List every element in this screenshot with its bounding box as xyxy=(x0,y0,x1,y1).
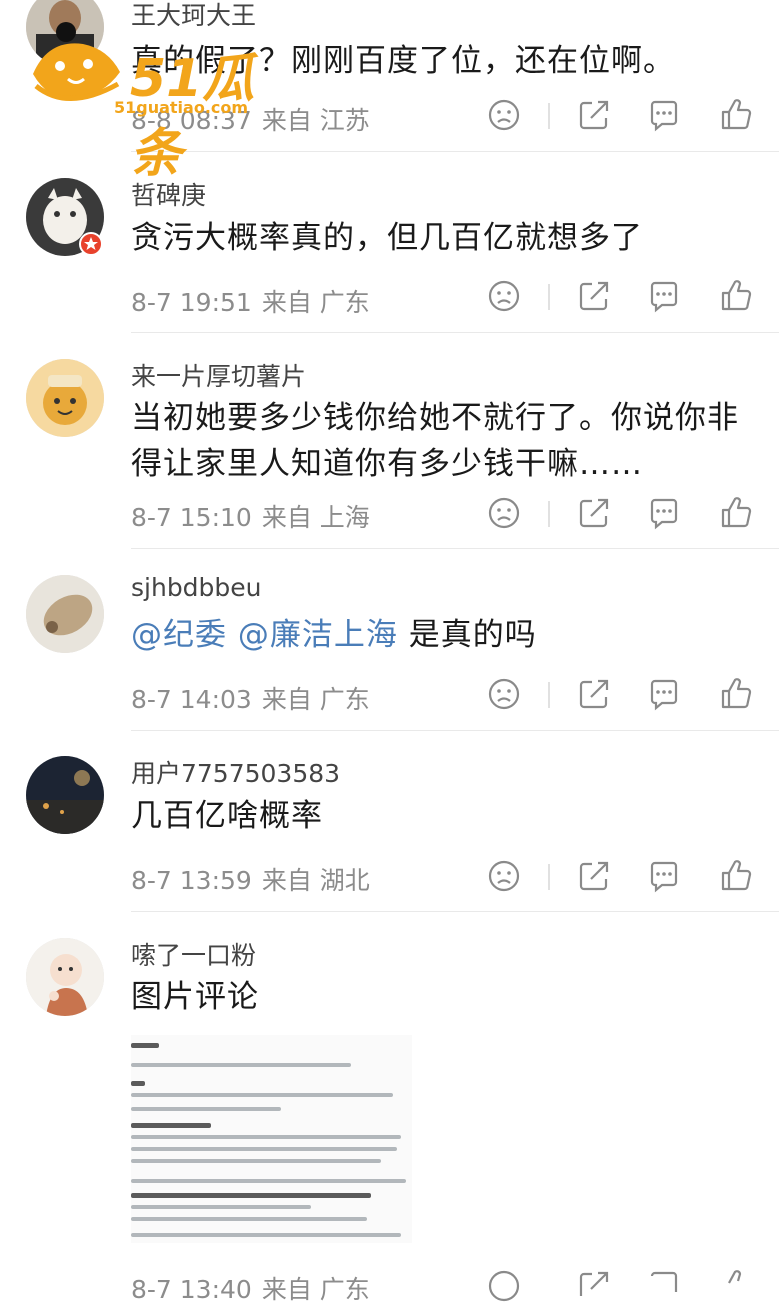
dislike-face-icon[interactable] xyxy=(486,495,522,531)
comment-body: 是真的吗 xyxy=(408,617,537,653)
comment-time: 8-7 13:59 xyxy=(131,866,252,895)
comment-time: 8-7 14:03 xyxy=(131,685,252,714)
comment-icon[interactable] xyxy=(646,858,682,894)
comment-icon[interactable] xyxy=(646,97,682,133)
comment-actions xyxy=(486,1268,756,1308)
comment-meta: 8-7 14:03 来自 广东 xyxy=(131,680,370,716)
comment-actions xyxy=(486,676,756,716)
comment-text: @纪委 @廉洁上海 是真的吗 xyxy=(131,612,731,658)
avatar[interactable] xyxy=(26,359,104,437)
comment-text: 图片评论 xyxy=(131,979,259,1015)
mention-link[interactable]: @纪委 xyxy=(131,617,227,653)
comment-meta: 8-7 13:59 来自 湖北 xyxy=(131,861,370,897)
username[interactable]: 哲碑庚 xyxy=(131,176,206,212)
like-thumb-icon[interactable] xyxy=(718,495,754,531)
comment-text: 几百亿啥概率 xyxy=(131,798,323,834)
divider xyxy=(131,548,779,549)
username[interactable]: 王大珂大王 xyxy=(131,0,256,32)
dislike-face-icon[interactable] xyxy=(486,858,522,894)
share-icon[interactable] xyxy=(576,495,612,531)
verified-badge-icon xyxy=(79,232,103,256)
like-thumb-icon[interactable] xyxy=(718,278,754,314)
comment-location: 来自 广东 xyxy=(261,685,370,714)
divider xyxy=(131,332,779,333)
avatar[interactable] xyxy=(26,938,104,1016)
dislike-face-icon[interactable] xyxy=(486,97,522,133)
username[interactable]: sjhbdbbeu xyxy=(131,573,262,602)
comment-text: 当初她要多少钱你给她不就行了。你说你非得让家里人知道你有多少钱干嘛…… xyxy=(131,400,739,482)
mention-link[interactable]: @廉洁上海 xyxy=(238,617,398,653)
share-icon[interactable] xyxy=(576,278,612,314)
share-icon[interactable] xyxy=(576,1268,612,1304)
comment-actions xyxy=(486,278,756,318)
username[interactable]: 嗦了一口粉 xyxy=(131,936,256,972)
dislike-face-icon[interactable] xyxy=(486,278,522,314)
divider xyxy=(131,730,779,731)
username[interactable]: 用户7757503583 xyxy=(131,754,340,790)
comment-actions xyxy=(486,97,756,137)
comment-meta: 8-7 15:10 来自 上海 xyxy=(131,498,370,534)
divider xyxy=(548,501,550,527)
comment-icon[interactable] xyxy=(646,1268,682,1304)
like-thumb-icon[interactable] xyxy=(718,1268,754,1304)
comment-actions xyxy=(486,495,756,535)
comment-meta: 8-7 19:51 来自 广东 xyxy=(131,283,370,319)
comment-text: 贪污大概率真的，但几百亿就想多了 xyxy=(131,220,643,256)
divider xyxy=(548,284,550,310)
comment-time: 8-7 15:10 xyxy=(131,503,252,532)
comment-location: 来自 广东 xyxy=(261,1275,370,1304)
watermark-logo: 51瓜条 51guatiao.com xyxy=(28,34,298,184)
avatar[interactable] xyxy=(26,756,104,834)
divider xyxy=(548,682,550,708)
comment-meta: 8-7 13:40 来自 广东 xyxy=(131,1270,370,1306)
like-thumb-icon[interactable] xyxy=(718,676,754,712)
comment-image[interactable] xyxy=(131,1035,412,1243)
comment-actions xyxy=(486,858,756,898)
comment-icon[interactable] xyxy=(646,278,682,314)
comment-icon[interactable] xyxy=(646,676,682,712)
comment-location: 来自 广东 xyxy=(261,288,370,317)
like-thumb-icon[interactable] xyxy=(718,858,754,894)
avatar[interactable] xyxy=(26,575,104,653)
comment-location: 来自 湖北 xyxy=(261,866,370,895)
share-icon[interactable] xyxy=(576,676,612,712)
like-thumb-icon[interactable] xyxy=(718,97,754,133)
divider xyxy=(548,103,550,129)
comment-time: 8-7 19:51 xyxy=(131,288,252,317)
divider xyxy=(131,911,779,912)
share-icon[interactable] xyxy=(576,858,612,894)
comment-location: 来自 上海 xyxy=(261,503,370,532)
divider xyxy=(548,864,550,890)
dislike-face-icon[interactable] xyxy=(486,1268,522,1304)
comment-icon[interactable] xyxy=(646,495,682,531)
username[interactable]: 来一片厚切薯片 xyxy=(131,357,306,393)
comment-time: 8-7 13:40 xyxy=(131,1275,252,1304)
dislike-face-icon[interactable] xyxy=(486,676,522,712)
share-icon[interactable] xyxy=(576,97,612,133)
watermark-url: 51guatiao.com xyxy=(114,98,249,117)
